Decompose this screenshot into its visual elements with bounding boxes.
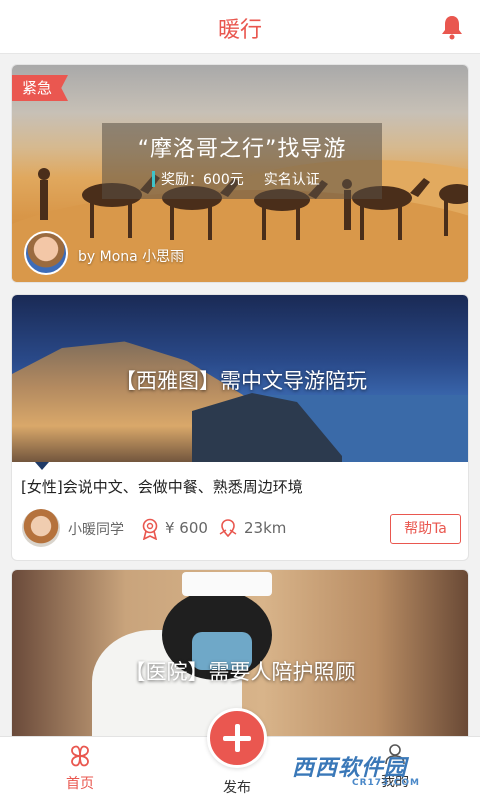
card-title: “摩洛哥之行”找导游 (137, 137, 347, 162)
author-avatar[interactable] (24, 231, 68, 275)
watermark-url: CR173.COM (352, 778, 420, 788)
accent-bar (152, 171, 155, 187)
help-button[interactable]: 帮助Ta (390, 514, 461, 544)
top-bar: 暖行 (0, 0, 480, 54)
task-card-seattle[interactable]: 【西雅图】需中文导游陪玩 [女性]会说中文、会做中餐、熟悉周边环境 小暖同学 ¥… (11, 294, 469, 561)
urgent-tag: 紧急 (12, 75, 69, 101)
distance-value: 23km (244, 519, 287, 537)
nav-home-label: 首页 (66, 776, 94, 792)
title-overlay: “摩洛哥之行”找导游 奖励：600元 实名认证 (102, 123, 382, 199)
card-title: 【西雅图】需中文导游陪玩 (115, 369, 367, 393)
task-feed[interactable]: 紧急 “摩洛哥之行”找导游 奖励：600元 实名认证 by Mona 小思雨 【西… (0, 54, 480, 736)
notification-bell-icon[interactable] (440, 14, 464, 40)
user-avatar[interactable] (22, 509, 60, 547)
nav-home-tab[interactable]: 首页 (48, 743, 112, 799)
task-card-morocco[interactable]: 紧急 “摩洛哥之行”找导游 奖励：600元 实名认证 by Mona 小思雨 (11, 64, 469, 283)
card-description: [女性]会说中文、会做中餐、熟悉周边环境 (21, 478, 303, 496)
caret-pointer (35, 462, 49, 470)
nav-publish-label[interactable]: 发布 (212, 777, 262, 797)
reward-medal-icon (142, 518, 158, 540)
verified-text: 实名认证 (263, 172, 320, 188)
site-watermark: 西西软件园 CR173.COM (292, 750, 472, 790)
reward-amount: ¥ 600 (165, 519, 208, 537)
reward-text: 奖励：600元 (161, 172, 244, 188)
user-name[interactable]: 小暖同学 (68, 519, 124, 539)
home-clover-icon (71, 745, 89, 767)
seaside-town-photo: 【西雅图】需中文导游陪玩 (12, 295, 468, 462)
publish-plus-button[interactable] (207, 708, 267, 768)
reward-line: 奖励：600元 实名认证 (152, 169, 320, 189)
location-distance-icon (219, 519, 237, 538)
app-title: 暖行 (217, 18, 262, 43)
author-name: by Mona 小思雨 (78, 249, 185, 265)
card-title: 【医院】需要人陪护照顾 (124, 660, 356, 684)
nurse-cap (182, 572, 272, 596)
card-meta-row: 小暖同学 ¥ 600 23km 帮助Ta (12, 507, 468, 551)
